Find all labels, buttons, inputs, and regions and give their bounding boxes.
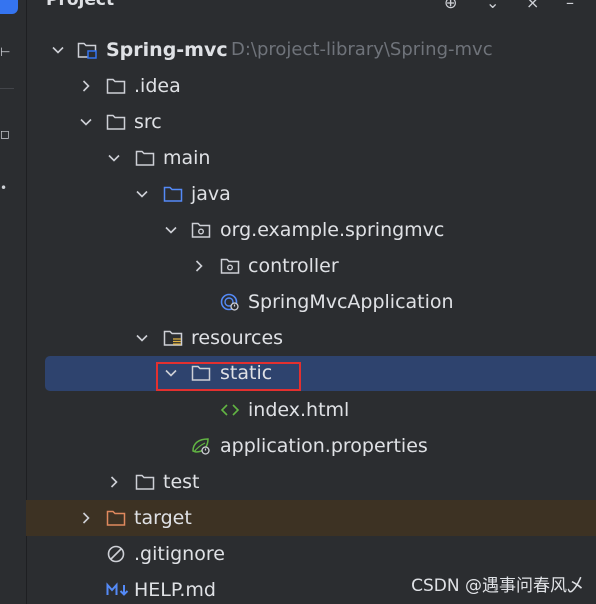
tree-node-java[interactable]: java — [26, 176, 596, 212]
more-tools-icon[interactable]: • — [0, 182, 7, 194]
tree-node-index-html[interactable]: index.html — [26, 392, 596, 428]
tree-node-src[interactable]: src — [26, 104, 596, 140]
tree-node-label: src — [134, 111, 162, 133]
folder-icon — [135, 150, 155, 166]
hide-icon[interactable]: – — [566, 0, 574, 12]
expand-icon[interactable]: ⌄ — [486, 0, 499, 12]
strip-separator — [0, 88, 14, 89]
watermark: CSDN @遇事问春风乄 — [411, 576, 584, 596]
project-path: D:\project-library\Spring-mvc — [231, 39, 493, 60]
tree-node-test[interactable]: test — [26, 464, 596, 500]
package-icon — [220, 258, 240, 274]
chevron-right-icon[interactable] — [78, 510, 94, 526]
tree-node-label: org.example.springmvc — [220, 219, 445, 241]
tree-node-label: test — [163, 471, 200, 493]
tree-node-resources[interactable]: resources — [26, 320, 596, 356]
tree-node-label: Spring-mvc — [106, 39, 228, 61]
tree-node-spring-mvc[interactable]: Spring-mvc D:\project-library\Spring-mvc — [26, 32, 596, 68]
tree-node-package-springmvc[interactable]: org.example.springmvc — [26, 212, 596, 248]
markdown-icon — [106, 582, 129, 596]
chevron-down-icon[interactable] — [134, 330, 150, 346]
tree-node-label: resources — [191, 327, 284, 349]
tool-window-strip: ⊢ ◻ • — [0, 0, 27, 604]
tree-node-label: .idea — [134, 75, 181, 97]
tree-node-label: controller — [248, 255, 339, 277]
tree-node-main[interactable]: main — [26, 140, 596, 176]
close-icon[interactable]: × — [526, 0, 539, 12]
tree-node-label: HELP.md — [134, 579, 216, 601]
tree-node-springmvcapplication[interactable]: SpringMvcApplication — [26, 284, 596, 320]
annotation-highlight-box — [156, 362, 301, 391]
chevron-down-icon[interactable] — [134, 186, 150, 202]
tree-node-controller[interactable]: controller — [26, 248, 596, 284]
tree-node-label: java — [191, 183, 231, 205]
source-folder-icon — [163, 186, 183, 202]
tree-node-label: .gitignore — [134, 543, 225, 565]
tree-node-label: SpringMvcApplication — [248, 291, 454, 313]
folder-icon — [106, 78, 126, 94]
chevron-right-icon[interactable] — [191, 258, 207, 274]
chevron-down-icon[interactable] — [50, 42, 66, 58]
chevron-right-icon[interactable] — [106, 474, 122, 490]
chevron-down-icon[interactable] — [78, 114, 94, 130]
package-icon — [191, 222, 211, 238]
selection-highlight — [45, 356, 596, 391]
tree-node-static[interactable]: static — [26, 355, 596, 391]
project-tool-window: ⊢ ◻ • Project ⊕ ⌄ × – Spring-mvc D:\proj… — [0, 0, 596, 604]
structure-icon[interactable]: ◻ — [0, 128, 10, 140]
tree-node-label: application.properties — [220, 435, 428, 457]
tree-node-label: main — [163, 147, 211, 169]
module-folder-icon — [77, 42, 97, 59]
gitignore-icon — [107, 545, 125, 563]
tree-node-label: target — [134, 507, 192, 529]
tool-window-header: Project ⊕ ⌄ × – — [26, 0, 596, 14]
chevron-down-icon[interactable] — [106, 150, 122, 166]
resources-folder-icon — [163, 330, 183, 346]
html-file-icon — [220, 404, 240, 416]
locate-icon[interactable]: ⊕ — [444, 0, 457, 12]
tree-node-idea[interactable]: .idea — [26, 68, 596, 104]
tree-node-target[interactable]: target — [26, 500, 596, 536]
panel-title: Project — [46, 0, 115, 10]
chevron-down-icon[interactable] — [163, 222, 179, 238]
tree-node-gitignore[interactable]: .gitignore — [26, 536, 596, 572]
tree-node-application-properties[interactable]: application.properties — [26, 428, 596, 464]
excluded-folder-icon — [106, 510, 126, 526]
chevron-right-icon[interactable] — [78, 78, 94, 94]
folder-icon — [135, 474, 155, 490]
commit-icon[interactable]: ⊢ — [0, 46, 10, 58]
project-tool-button[interactable] — [0, 0, 18, 14]
spring-properties-icon — [192, 438, 210, 455]
folder-icon — [106, 114, 126, 130]
tree-node-label: index.html — [248, 399, 350, 421]
spring-boot-class-icon — [220, 293, 239, 311]
